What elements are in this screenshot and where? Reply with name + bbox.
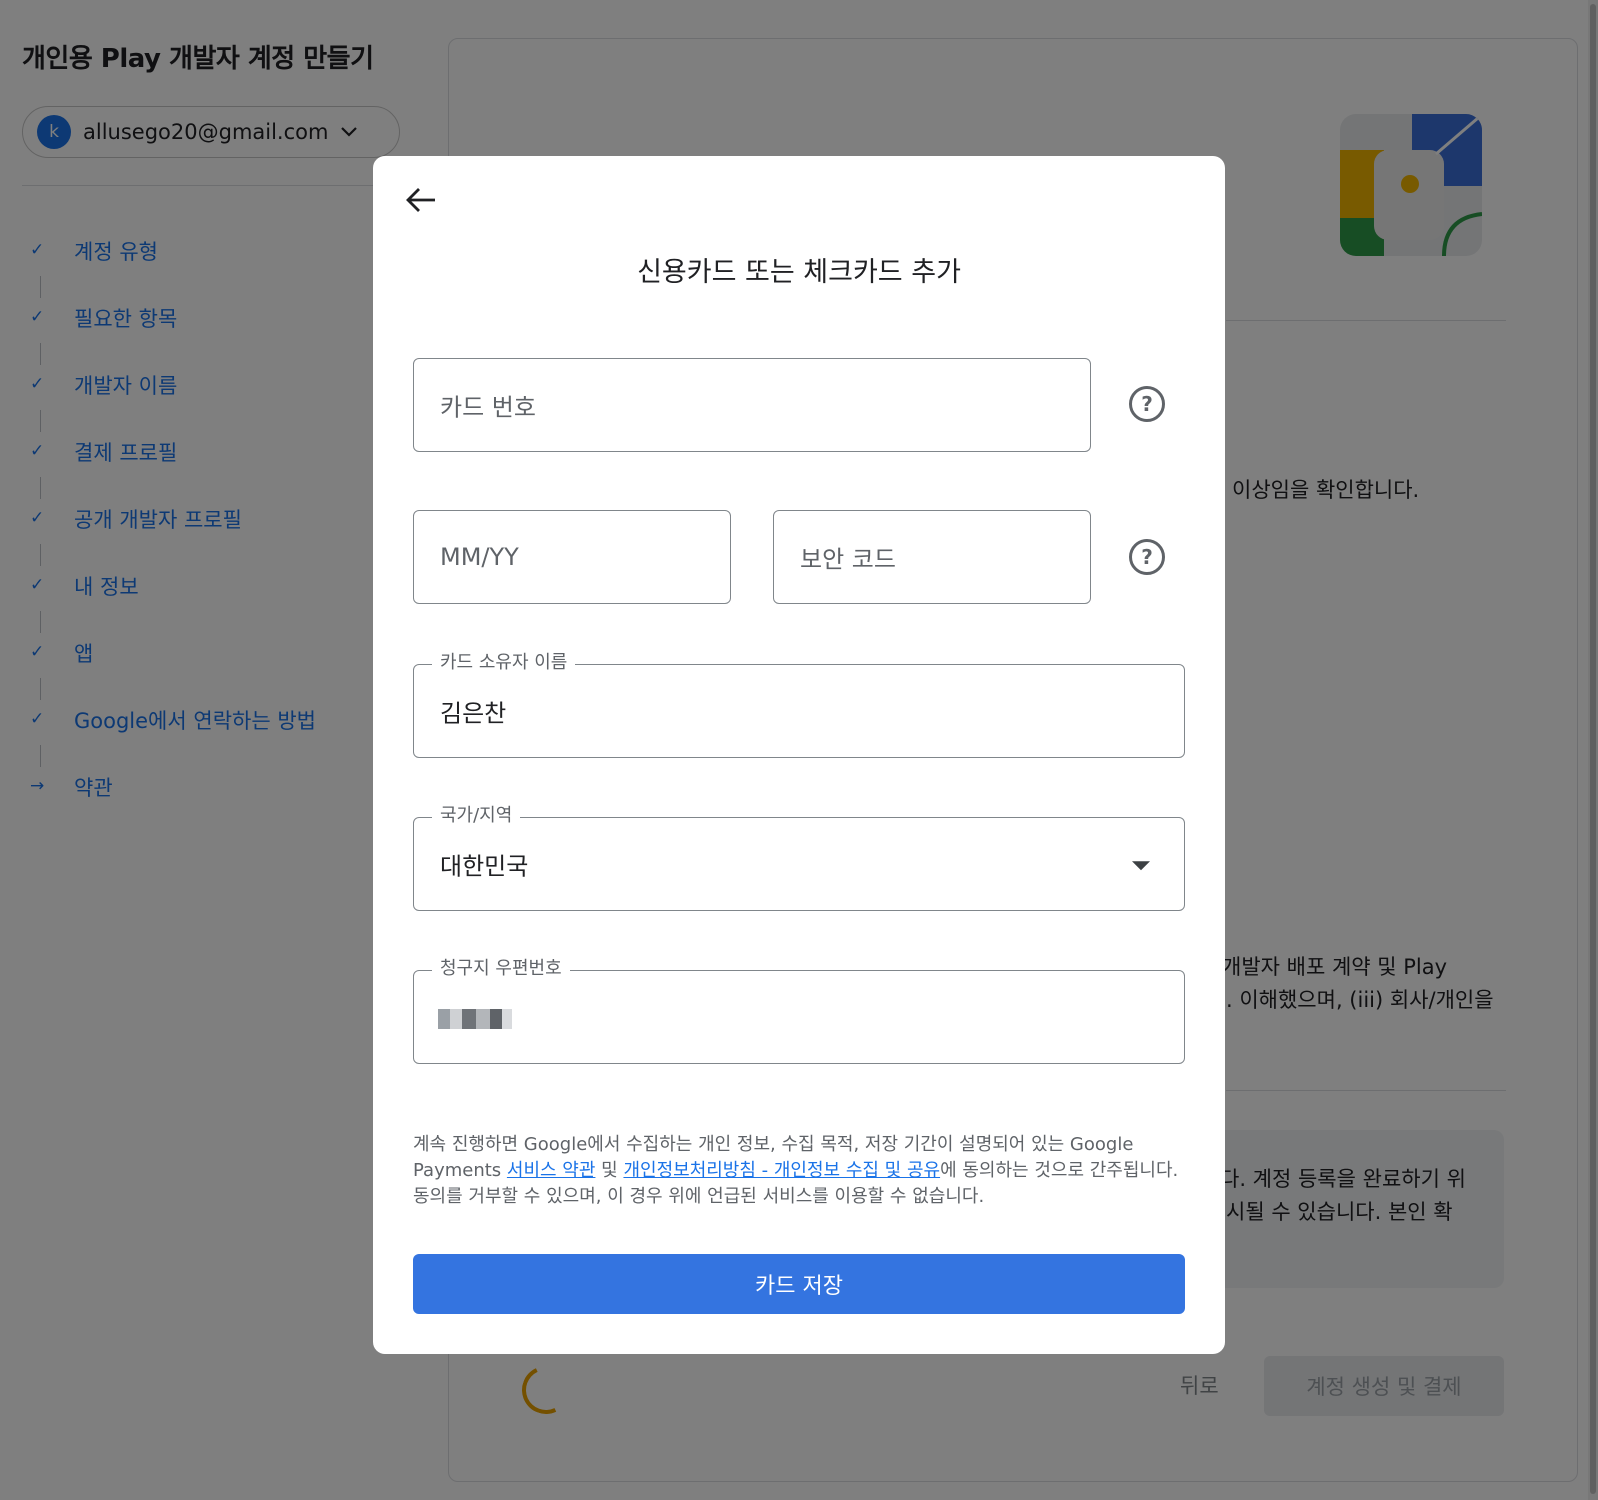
billing-zip-label: 청구지 우편번호 [432,957,570,981]
save-card-button[interactable]: 카드 저장 [413,1254,1185,1314]
country-select[interactable]: 국가/지역 대한민국 [413,804,1185,911]
cardholder-name-label: 카드 소유자 이름 [432,651,576,675]
billing-zip-input[interactable]: 청구지 우편번호 [413,957,1185,1064]
expiry-placeholder: MM/YY [440,543,519,571]
help-icon[interactable]: ? [1129,386,1165,422]
privacy-policy-link[interactable]: 개인정보처리방침 - 개인정보 수집 및 공유 [623,1160,940,1181]
help-icon[interactable]: ? [1129,539,1165,575]
country-value: 대한민국 [440,852,529,881]
security-code-placeholder: 보안 코드 [800,545,896,574]
cardholder-name-input[interactable]: 카드 소유자 이름 김은찬 [413,651,1185,758]
card-number-placeholder: 카드 번호 [440,393,536,422]
card-number-input[interactable]: 카드 번호 [413,358,1091,452]
consent-text: 계속 진행하면 Google에서 수집하는 개인 정보, 수집 목적, 저장 기… [413,1132,1193,1210]
add-card-dialog: 신용카드 또는 체크카드 추가 카드 번호 ? MM/YY 보안 코드 ? 카드… [373,156,1225,1354]
back-arrow-icon[interactable] [403,182,439,218]
dropdown-caret-icon [1132,861,1150,871]
security-code-input[interactable]: 보안 코드 [773,510,1091,604]
expiry-date-input[interactable]: MM/YY [413,510,731,604]
dialog-title: 신용카드 또는 체크카드 추가 [637,257,961,288]
terms-of-service-link[interactable]: 서비스 약관 [507,1160,596,1181]
cardholder-name-value: 김은찬 [440,699,507,728]
redacted-zip-value [438,1009,518,1029]
consent-text-part: 및 [595,1160,624,1181]
country-label: 국가/지역 [432,804,521,828]
